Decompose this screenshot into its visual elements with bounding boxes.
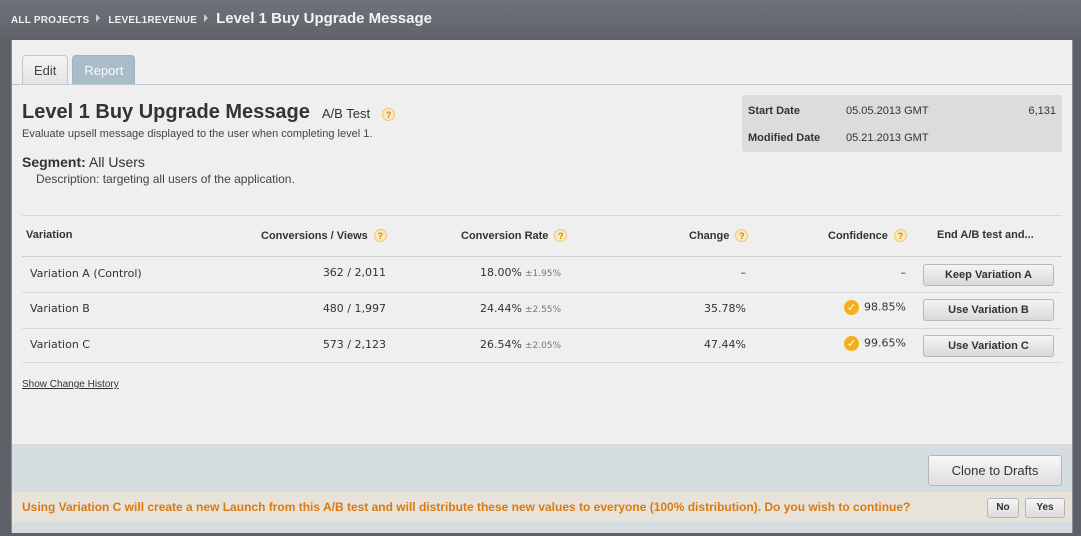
footer: Clone to Drafts Using Variation C will c… — [12, 444, 1072, 533]
triangle-right-icon — [96, 14, 101, 22]
row-b-name: Variation B — [30, 302, 90, 315]
checkmark-icon: ✓ — [844, 300, 860, 315]
row-a-change: – — [740, 266, 747, 279]
header-rate: Conversion Rate ? — [461, 229, 568, 242]
row-c-name: Variation C — [30, 338, 90, 351]
show-change-history-link[interactable]: Show Change History — [22, 379, 119, 390]
header-conversions: Conversions / Views ? — [261, 229, 387, 242]
yes-button[interactable]: Yes — [1025, 498, 1065, 518]
segment-description: Description: targeting all users of the … — [36, 172, 295, 186]
keep-variation-a-button[interactable]: Keep Variation A — [923, 264, 1054, 286]
row-a-margin: ±1.95% — [524, 269, 562, 279]
row-divider — [22, 292, 1062, 293]
row-b-confidence: ✓ 98.85% — [806, 300, 906, 315]
modified-date-value: 05.21.2013 GMT — [846, 132, 929, 144]
row-b-change: 35.78% — [704, 302, 746, 315]
row-divider — [22, 328, 1062, 329]
start-count: 6,131 — [1028, 105, 1056, 117]
segment-label: Segment: — [22, 154, 86, 170]
row-c-confidence-value: 99.65% — [864, 336, 906, 350]
top-bar: ALL PROJECTS LEVEL1REVENUE Level 1 Buy U… — [0, 0, 1081, 40]
tab-edit[interactable]: Edit — [22, 55, 69, 85]
header-variation: Variation — [26, 229, 72, 241]
row-b-rate-value: 24.44% — [480, 302, 522, 315]
row-a-rate: 18.00% ±1.95% — [480, 266, 561, 279]
header-variation-label: Variation — [26, 229, 73, 241]
checkmark-icon: ✓ — [844, 336, 860, 351]
row-a-name: Variation A (Control) — [30, 267, 142, 280]
question-mark-icon[interactable]: ? — [373, 229, 387, 242]
row-c-conversions: 573 / 2,123 — [322, 338, 386, 351]
title-row: Level 1 Buy Upgrade Message A/B Test ? — [22, 101, 396, 124]
row-b-conversions: 480 / 1,997 — [322, 302, 386, 315]
header-change-label: Change — [689, 229, 730, 242]
triangle-right-icon — [204, 14, 209, 22]
start-date-label: Start Date — [748, 105, 800, 117]
main-panel: Edit Report Level 1 Buy Upgrade Message … — [11, 40, 1073, 533]
row-b-margin: ±2.55% — [524, 305, 562, 315]
tab-report[interactable]: Report — [72, 55, 136, 85]
question-mark-icon[interactable]: ? — [554, 229, 568, 242]
table-top-divider — [22, 215, 1062, 216]
question-mark-icon[interactable]: ? — [382, 108, 396, 121]
use-variation-b-button[interactable]: Use Variation B — [923, 299, 1054, 321]
row-c-rate: 26.54% ±2.05% — [480, 338, 561, 351]
segment: Segment: All Users — [22, 154, 145, 170]
confirm-message: Using Variation C will create a new Laun… — [22, 500, 911, 514]
tab-bar: Edit Report — [22, 55, 136, 85]
breadcrumb-all-projects[interactable]: ALL PROJECTS — [11, 15, 89, 26]
modified-date-label: Modified Date — [748, 132, 821, 144]
header-conversions-label: Conversions / Views — [261, 229, 368, 242]
row-c-margin: ±2.05% — [524, 341, 562, 351]
row-c-change: 47.44% — [704, 338, 746, 351]
meta-box: Start Date 05.05.2013 GMT 6,131 Modified… — [742, 95, 1062, 152]
row-a-confidence: – — [900, 266, 907, 279]
header-end-test-label: End A/B test and... — [937, 229, 1034, 241]
breadcrumb-current: Level 1 Buy Upgrade Message — [216, 10, 432, 27]
test-type: A/B Test — [321, 106, 371, 121]
header-rate-label: Conversion Rate — [461, 229, 549, 242]
question-mark-icon[interactable]: ? — [893, 229, 907, 242]
row-c-confidence: ✓ 99.65% — [806, 336, 906, 351]
row-c-rate-value: 26.54% — [480, 338, 522, 351]
segment-value: All Users — [88, 154, 145, 170]
row-b-confidence-value: 98.85% — [864, 300, 906, 314]
tab-divider — [12, 84, 1072, 85]
confirm-bar: Using Variation C will create a new Laun… — [12, 492, 1072, 522]
no-button[interactable]: No — [987, 498, 1019, 518]
test-subtitle: Evaluate upsell message displayed to the… — [22, 128, 373, 140]
row-divider — [22, 362, 1062, 363]
header-divider — [22, 256, 1062, 257]
page-title: Level 1 Buy Upgrade Message — [22, 101, 310, 123]
question-mark-icon[interactable]: ? — [735, 229, 749, 242]
header-confidence: Confidence ? — [828, 229, 907, 242]
row-a-rate-value: 18.00% — [480, 266, 522, 279]
header-end-test: End A/B test and... — [937, 229, 1034, 241]
row-a-conversions: 362 / 2,011 — [322, 266, 386, 279]
breadcrumb: ALL PROJECTS LEVEL1REVENUE Level 1 Buy U… — [11, 10, 432, 27]
header-change: Change ? — [689, 229, 749, 242]
row-b-rate: 24.44% ±2.55% — [480, 302, 561, 315]
start-date-value: 05.05.2013 GMT — [846, 105, 929, 117]
clone-to-drafts-button[interactable]: Clone to Drafts — [928, 455, 1062, 486]
header-confidence-label: Confidence — [828, 229, 888, 242]
breadcrumb-project[interactable]: LEVEL1REVENUE — [108, 15, 197, 26]
use-variation-c-button[interactable]: Use Variation C — [923, 335, 1054, 357]
